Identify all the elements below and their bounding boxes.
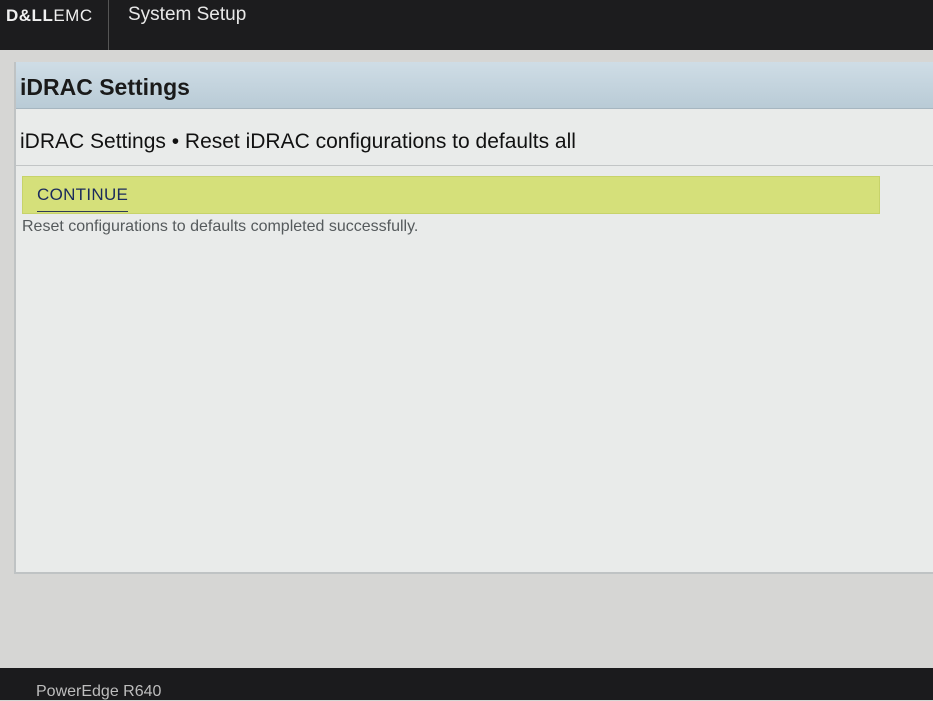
continue-row[interactable]: CONTINUE <box>22 176 880 214</box>
brand-light: EMC <box>53 6 93 25</box>
settings-panel: iDRAC Settings iDRAC Settings • Reset iD… <box>14 62 933 574</box>
panel-title: iDRAC Settings <box>20 74 190 100</box>
continue-button[interactable]: CONTINUE <box>37 185 129 212</box>
model-label: PowerEdge R640 <box>36 683 162 700</box>
panel-header: iDRAC Settings <box>16 62 933 109</box>
breadcrumb: iDRAC Settings • Reset iDRAC configurati… <box>20 130 576 153</box>
top-bar: D&LLEMC System Setup <box>0 0 933 50</box>
top-bar-divider <box>108 0 109 50</box>
bottom-bar: PowerEdge R640 <box>0 668 933 700</box>
app-title: System Setup <box>128 4 247 25</box>
breadcrumb-divider <box>16 165 933 166</box>
brand-bold: D&LL <box>6 6 54 25</box>
dell-emc-logo: D&LLEMC <box>6 6 93 26</box>
status-message: Reset configurations to defaults complet… <box>22 218 419 235</box>
